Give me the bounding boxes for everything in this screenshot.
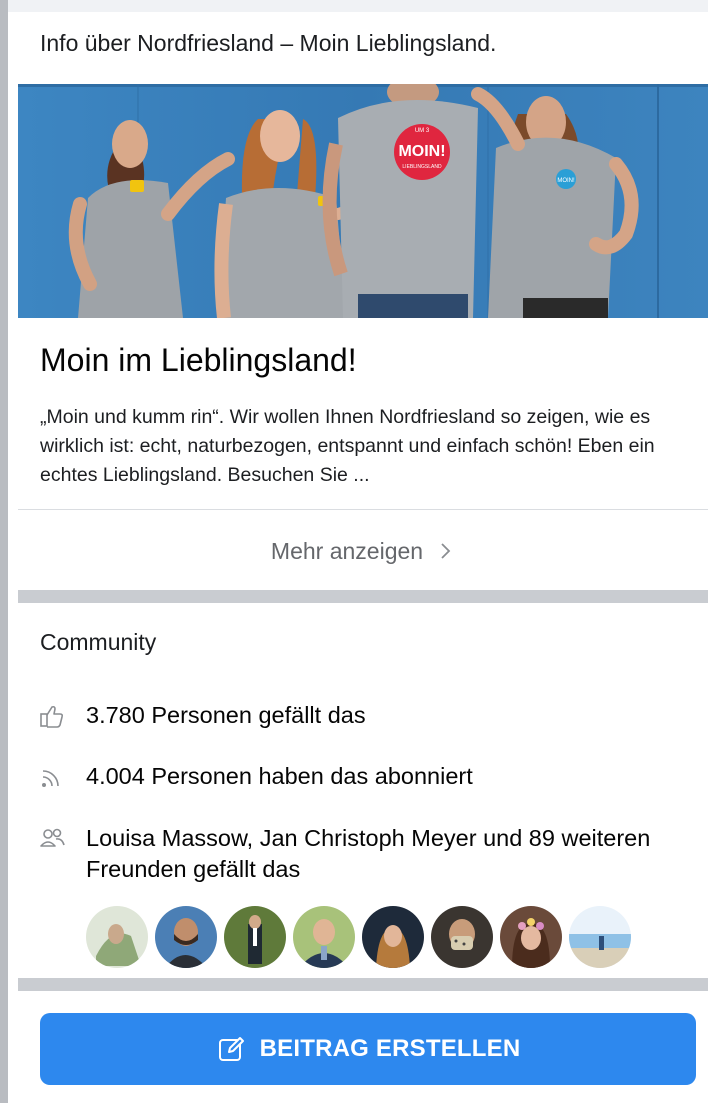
edit-icon <box>216 1034 246 1064</box>
top-strip <box>8 0 708 12</box>
followers-text: 4.004 Personen haben das abonniert <box>86 763 473 789</box>
create-post-label: BEITRAG ERSTELLEN <box>259 1035 521 1062</box>
page-title: Info über Nordfriesland – Moin Lieblings… <box>40 30 497 56</box>
rss-icon <box>38 763 66 791</box>
left-edge <box>0 0 8 1103</box>
cover-photo[interactable]: UM 3 MOIN! LIEBLINGSLAND MOIN! <box>18 84 708 318</box>
friend-avatar[interactable] <box>86 906 148 968</box>
followers-row[interactable]: 4.004 Personen haben das abonniert <box>38 761 473 792</box>
likes-row[interactable]: 3.780 Personen gefällt das <box>38 700 366 731</box>
chevron-right-icon <box>437 542 455 560</box>
svg-text:MOIN!: MOIN! <box>398 143 445 160</box>
create-post-button[interactable]: BEITRAG ERSTELLEN <box>40 1013 696 1085</box>
show-more-label: Mehr anzeigen <box>270 537 424 564</box>
svg-text:MOIN!: MOIN! <box>557 178 575 184</box>
person-3: UM 3 MOIN! LIEBLINGSLAND <box>322 84 478 318</box>
show-more-button[interactable]: Mehr anzeigen <box>18 525 708 577</box>
friends-text: Louisa Massow, Jan Christoph Meyer und 8… <box>86 825 651 882</box>
people-icon <box>38 825 66 853</box>
section-separator <box>18 590 708 603</box>
svg-text:UM 3: UM 3 <box>415 128 430 134</box>
svg-text:LIEBLINGSLAND: LIEBLINGSLAND <box>402 164 442 170</box>
friend-avatar[interactable] <box>569 906 631 968</box>
friend-avatar[interactable] <box>431 906 493 968</box>
friend-avatar[interactable] <box>224 906 286 968</box>
friend-avatar[interactable] <box>155 906 217 968</box>
friend-avatar[interactable] <box>362 906 424 968</box>
likes-text: 3.780 Personen gefällt das <box>86 702 366 728</box>
thumbs-up-icon <box>38 702 66 730</box>
community-title: Community <box>40 629 157 655</box>
about-description: „Moin und kumm rin“. Wir wollen Ihnen No… <box>40 406 655 486</box>
page-info-card: Info über Nordfriesland – Moin Lieblings… <box>8 12 708 1103</box>
friend-avatar[interactable] <box>500 906 562 968</box>
friends-row[interactable]: Louisa Massow, Jan Christoph Meyer und 8… <box>38 823 678 885</box>
friend-avatars <box>86 906 631 968</box>
divider <box>18 509 708 510</box>
section-separator <box>18 978 708 991</box>
friend-avatar[interactable] <box>293 906 355 968</box>
about-title: Moin im Lieblingsland! <box>40 342 357 378</box>
